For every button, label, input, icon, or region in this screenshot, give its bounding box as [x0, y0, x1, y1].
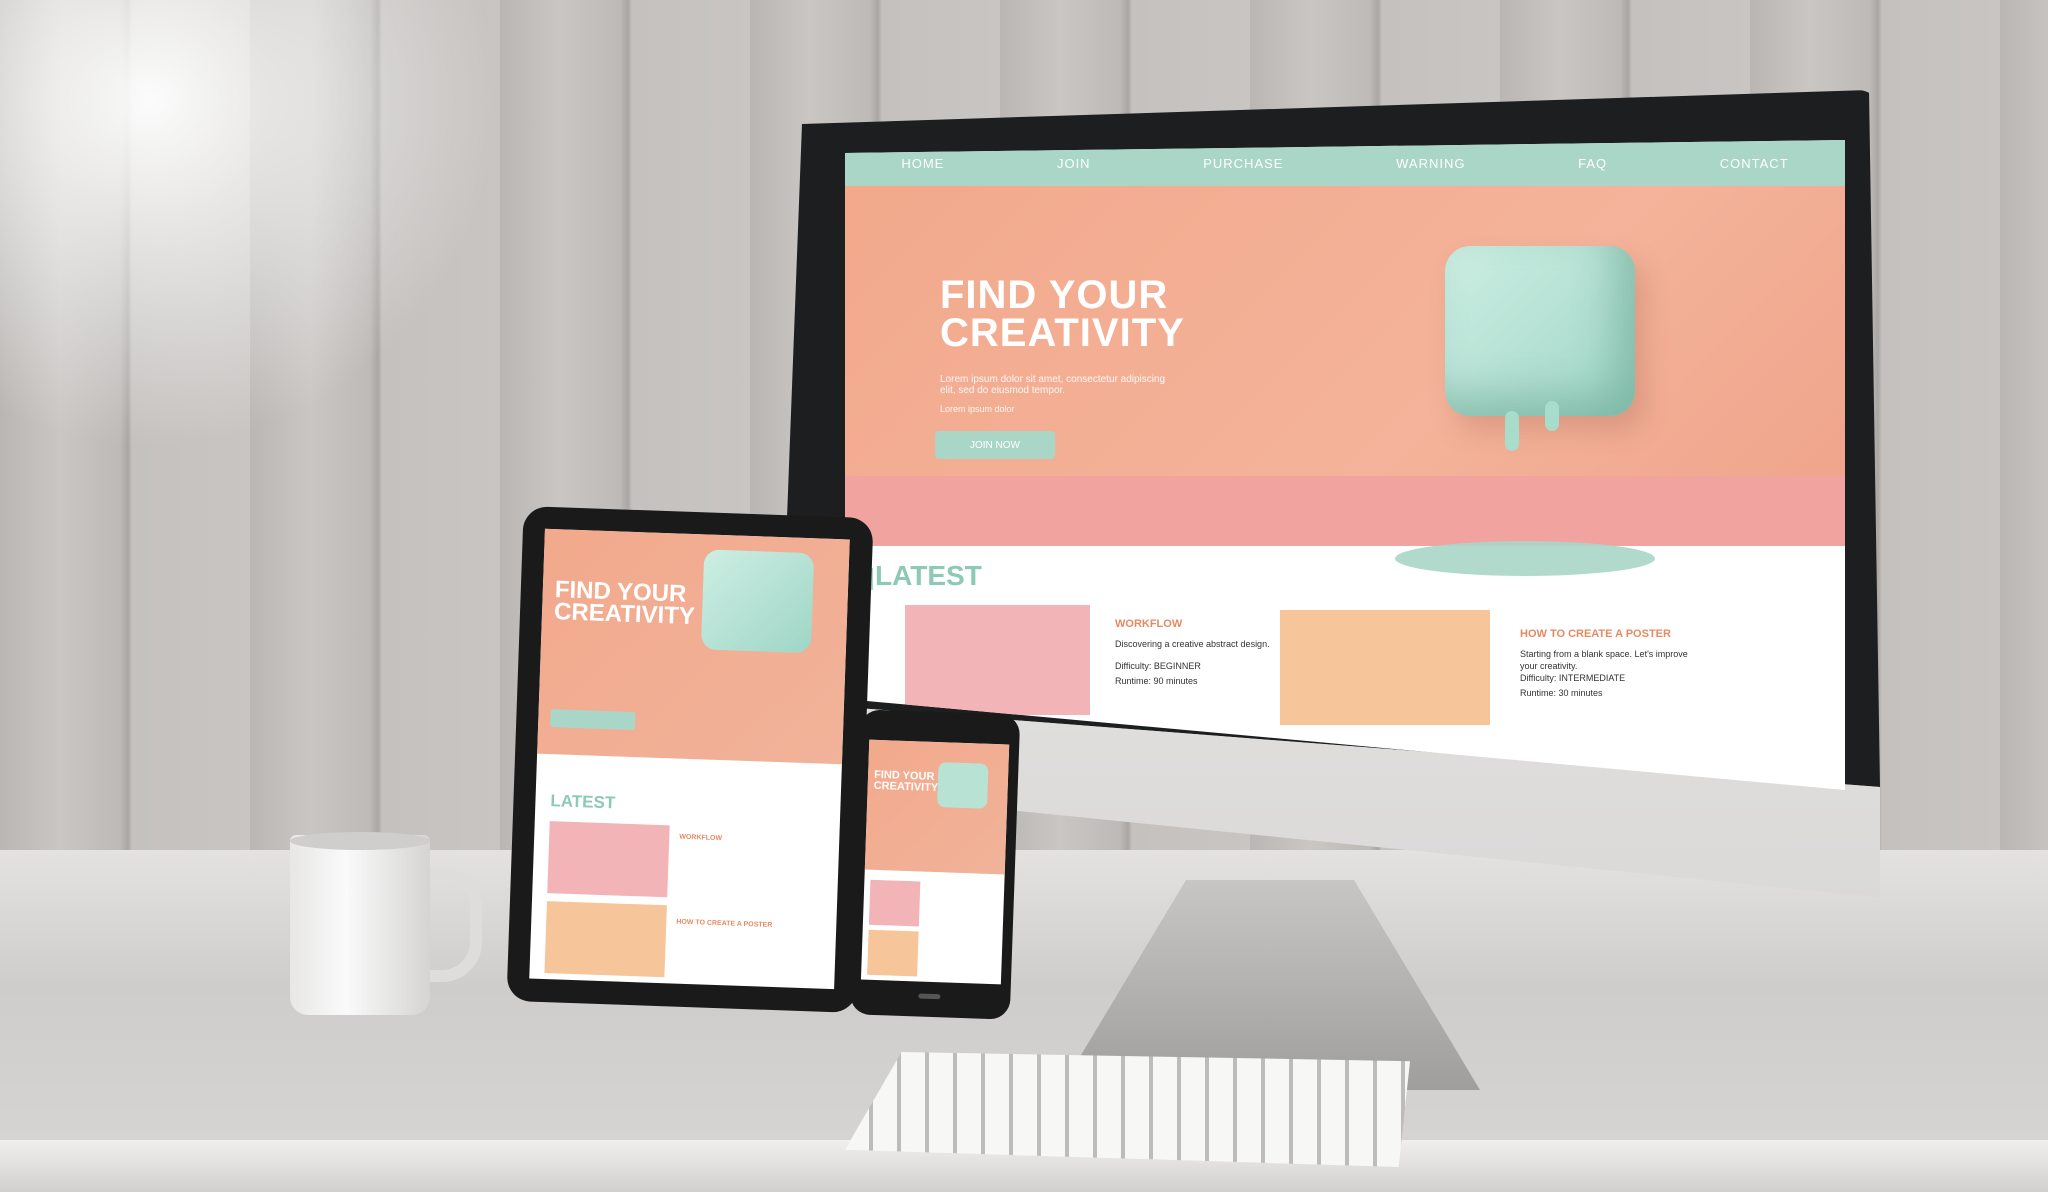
card-meta-runtime: Runtime: 90 minutes — [1115, 676, 1198, 686]
window-light — [0, 0, 500, 450]
drip-2 — [1545, 401, 1559, 431]
card-title-workflow[interactable]: WORKFLOW — [1115, 618, 1182, 630]
card-meta-difficulty-2: Difficulty: INTERMEDIATE — [1520, 673, 1626, 683]
hero-subtitle: Lorem ipsum dolor sit amet, consectetur … — [940, 374, 1166, 396]
join-now-button[interactable]: JOIN NOW — [935, 431, 1055, 459]
hero-title-line2: CREATIVITY — [940, 311, 1185, 355]
tablet-device: FIND YOUR CREATIVITY LATEST WORKFLOW HOW… — [506, 506, 874, 1013]
tablet-screen: FIND YOUR CREATIVITY LATEST WORKFLOW HOW… — [529, 528, 850, 990]
phone-hero-title: FIND YOUR CREATIVITY — [873, 769, 939, 795]
phone-card-image-1[interactable] — [868, 879, 921, 927]
mug-rim — [290, 832, 430, 850]
card-meta-difficulty: Difficulty: BEGINNER — [1115, 661, 1201, 671]
nav-home[interactable]: HOME — [901, 156, 944, 171]
phone-hero: FIND YOUR CREATIVITY — [864, 739, 1010, 875]
nav-join[interactable]: JOIN — [1057, 156, 1091, 171]
tablet-card-title-2[interactable]: HOW TO CREATE A POSTER — [676, 919, 772, 929]
phone-cube-image — [937, 762, 989, 809]
wireless-keyboard — [845, 1052, 1410, 1167]
hero-banner: FIND YOUR CREATIVITY Lorem ipsum dolor s… — [845, 186, 1845, 576]
latest-heading: LATEST — [875, 560, 982, 591]
desk-scene: HOME JOIN PURCHASE WARNING FAQ CONTACT F… — [0, 0, 2048, 1192]
phone-card-image-2[interactable] — [867, 929, 919, 977]
nav-contact[interactable]: CONTACT — [1720, 156, 1789, 171]
hero-title: FIND YOUR CREATIVITY — [940, 273, 1185, 355]
phone-screen: FIND YOUR CREATIVITY — [860, 739, 1010, 985]
phone-title-line2: CREATIVITY — [873, 779, 939, 795]
hero-title-line1: FIND YOUR — [940, 273, 1169, 317]
nav-purchase[interactable]: PURCHASE — [1203, 156, 1283, 171]
tablet-card-image-2[interactable] — [544, 901, 667, 978]
hero-small-text: Lorem ipsum dolor — [940, 404, 1015, 414]
tablet-title-line2: CREATIVITY — [553, 598, 696, 631]
mint-puddle — [1395, 541, 1655, 576]
card-meta-runtime-2: Runtime: 30 minutes — [1520, 688, 1603, 698]
tablet-hero-title: FIND YOUR CREATIVITY — [553, 576, 696, 631]
tablet-card-title-1[interactable]: WORKFLOW — [679, 834, 722, 842]
nav-faq[interactable]: FAQ — [1578, 156, 1607, 171]
card-image-workflow[interactable] — [905, 605, 1090, 715]
drip-1 — [1505, 411, 1519, 451]
card-title-poster[interactable]: HOW TO CREATE A POSTER — [1520, 628, 1671, 640]
card-image-poster[interactable] — [1280, 610, 1490, 725]
tablet-card-image-1[interactable] — [547, 821, 670, 898]
tablet-latest-heading: LATEST — [550, 791, 616, 813]
nav-warning[interactable]: WARNING — [1396, 156, 1465, 171]
card-text-poster: Starting from a blank space. Let's impro… — [1520, 649, 1688, 671]
monitor-screen: HOME JOIN PURCHASE WARNING FAQ CONTACT F… — [845, 140, 1845, 790]
smartphone-device: FIND YOUR CREATIVITY — [849, 709, 1021, 1020]
tablet-hero: FIND YOUR CREATIVITY — [537, 528, 850, 765]
card-text-workflow: Discovering a creative abstract design. — [1115, 639, 1270, 649]
hero-floor — [845, 476, 1845, 546]
mint-cube-image — [1445, 246, 1635, 416]
coffee-mug — [290, 835, 430, 1015]
tablet-hero-button[interactable] — [550, 709, 636, 731]
tablet-cube-image — [700, 549, 815, 654]
phone-home-button[interactable] — [918, 993, 941, 1000]
